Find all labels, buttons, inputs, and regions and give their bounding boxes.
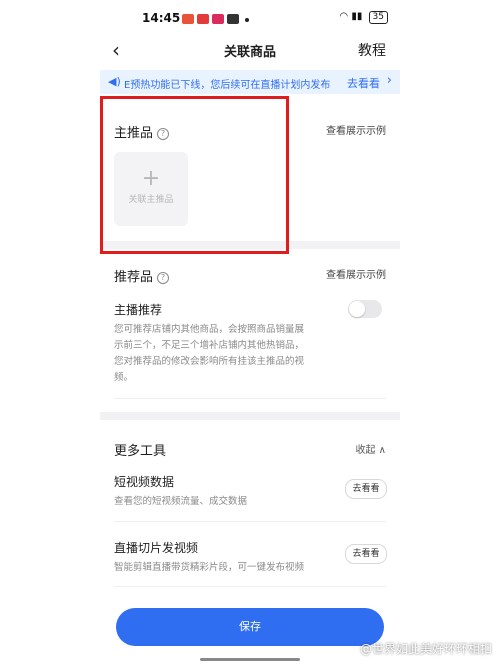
recommended-example-link[interactable]: 查看展示示例	[326, 266, 386, 281]
save-button[interactable]: 保存	[116, 608, 384, 646]
anchor-recommend-toggle[interactable]	[348, 300, 382, 318]
help-icon[interactable]: ?	[157, 272, 170, 284]
recommended-label: 推荐品?	[114, 266, 170, 285]
section-divider	[100, 412, 400, 420]
more-notifications-dot	[245, 18, 249, 22]
wechat-icon	[227, 14, 239, 24]
nav-bar: ‹ 关联商品 教程	[100, 36, 400, 66]
collapse-toggle[interactable]: 收起 ∧	[356, 441, 387, 456]
tool-item-desc: 查看您的短视频流量、成交数据	[114, 496, 248, 507]
main-product-label: 主推品?	[114, 122, 170, 141]
notice-text: E预热功能已下线，您后续可在直播计划内发布	[124, 80, 331, 91]
status-icons: ◠ ▮▮ 35	[339, 11, 388, 24]
notice-banner: ◀) E预热功能已下线，您后续可在直播计划内发布 去看看 ›	[100, 70, 400, 94]
toggle-knob	[349, 301, 365, 317]
page-title: 关联商品	[223, 45, 276, 60]
signal-icon: ▮▮	[351, 11, 363, 22]
short-video-data-button[interactable]: 去看看	[345, 479, 387, 499]
tool-item-desc: 智能剪辑直播带货精彩片段，可一键发布视频	[114, 562, 305, 573]
tool-item-title: 短视频数据	[114, 475, 175, 489]
main-product-example-link[interactable]: 查看展示示例	[326, 122, 386, 137]
add-main-product-label: 关联主推品	[128, 195, 174, 205]
status-time: 14:45	[142, 11, 181, 25]
plus-icon: +	[141, 166, 161, 191]
speaker-icon: ◀)	[108, 75, 121, 88]
notice-link[interactable]: 去看看	[347, 75, 380, 91]
phone-screen: 14:45 ◠ ▮▮ 35 ‹ 关联商品 教程 ◀) E预热功能已下线，您后续可…	[100, 0, 400, 667]
live-clip-video-button[interactable]: 去看看	[345, 544, 387, 564]
app-notification-icon	[197, 14, 209, 24]
section-divider	[100, 241, 400, 249]
tutorial-link[interactable]: 教程	[358, 40, 386, 60]
anchor-recommend-title: 主播推荐	[114, 303, 163, 317]
home-indicator[interactable]	[200, 658, 300, 661]
more-tools-label: 更多工具	[114, 444, 167, 459]
app-notification-icon	[182, 14, 194, 24]
help-icon[interactable]: ?	[157, 128, 170, 140]
row-divider	[114, 398, 386, 399]
add-main-product-button[interactable]: + 关联主推品	[114, 152, 188, 226]
row-divider	[114, 586, 386, 587]
app-notification-icon	[212, 14, 224, 24]
wifi-icon: ◠	[339, 11, 349, 22]
status-bar: 14:45 ◠ ▮▮ 35	[100, 0, 400, 36]
tool-item-title: 直播切片发视频	[114, 541, 199, 555]
chevron-right-icon[interactable]: ›	[387, 73, 392, 88]
watermark: @世界如此美好环环相扣	[359, 642, 492, 656]
anchor-recommend-description: 您可推荐店铺内其他商品，会按照商品销量展 示前三个，不足三个增补店铺内其他热销品…	[114, 324, 305, 383]
chevron-up-icon: ∧	[375, 445, 386, 456]
row-divider	[114, 521, 386, 522]
battery-icon: 35	[368, 11, 388, 24]
